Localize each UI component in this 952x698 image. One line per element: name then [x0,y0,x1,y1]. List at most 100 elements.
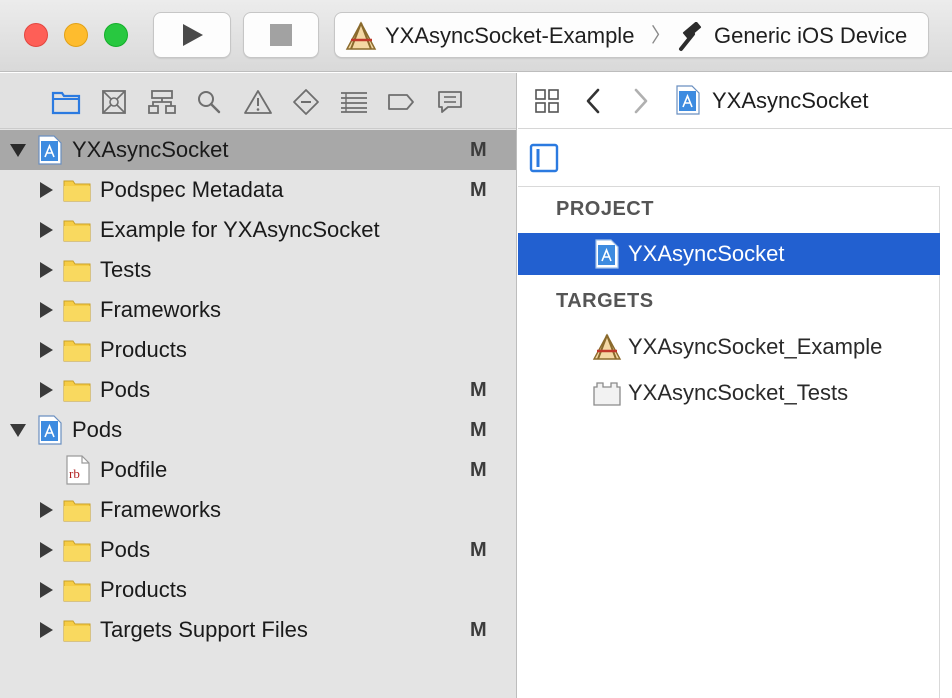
targets-section-header: TARGETS [556,290,654,312]
row-label: Targets Support Files [100,617,308,642]
disclosure-collapsed-icon[interactable] [37,581,55,599]
target-item-label: YXAsyncSocket_Example [628,334,883,359]
sidebar-toggle-icon[interactable] [529,143,559,173]
hierarchy-icon [148,90,176,114]
minimize-window-button[interactable] [64,23,88,47]
toolbar: YXAsyncSocket-Example 〉 Generic iOS Devi… [0,0,952,72]
tab-find[interactable] [194,87,224,117]
run-button[interactable] [153,12,231,58]
scheme-selector[interactable]: YXAsyncSocket-Example 〉 Generic iOS Devi… [334,12,929,58]
editor-header-bar [518,130,952,186]
project-section-header: PROJECT [556,198,654,220]
scm-status-badge: M [470,619,487,641]
scheme-name[interactable]: YXAsyncSocket-Example [385,13,634,59]
tab-breakpoints[interactable] [386,87,416,117]
play-icon [183,24,203,46]
row-label: Podfile [100,457,168,482]
tree-row-group[interactable]: Products [0,570,516,610]
tree-row-group[interactable]: Products [0,330,516,370]
diamond-minus-icon [293,89,319,115]
back-arrow-icon[interactable] [584,88,602,114]
tab-symbols[interactable] [147,87,177,117]
stop-button[interactable] [243,12,319,58]
tab-project-navigator[interactable] [51,87,81,117]
target-item-example[interactable]: YXAsyncSocket_Example [518,326,940,368]
tab-tests[interactable] [291,87,321,117]
scheme-separator: 〉 [651,25,671,47]
folder-icon [63,540,91,562]
jumpbar-breadcrumb[interactable]: YXAsyncSocket [712,73,869,129]
disclosure-collapsed-icon[interactable] [37,221,55,239]
hammer-icon [679,22,702,51]
xcode-window: YXAsyncSocket-Example 〉 Generic iOS Devi… [0,0,952,698]
scm-status-badge: M [470,379,487,401]
disclosure-collapsed-icon[interactable] [37,501,55,519]
speech-bubble-icon [438,91,462,113]
tree-row-group[interactable]: Example for YXAsyncSocket [0,210,516,250]
disclosure-collapsed-icon[interactable] [37,301,55,319]
disclosure-collapsed-icon[interactable] [37,181,55,199]
tree-row-group[interactable]: Pods M [0,370,516,410]
row-label: Pods [100,377,151,402]
close-window-button[interactable] [24,23,48,47]
tree-row-group[interactable]: Targets Support Files M [0,610,516,650]
related-items-icon[interactable] [534,88,560,114]
project-targets-list: PROJECT YXAsyncSocket TARGETS YXAsyncSoc… [518,186,940,698]
tree-row-group[interactable]: Frameworks [0,490,516,530]
folder-icon [63,620,91,642]
folder-icon [63,340,91,362]
scm-status-badge: M [470,539,487,561]
target-item-label: YXAsyncSocket_Tests [628,380,849,405]
row-label: Tests [100,257,152,282]
scm-status-badge: M [470,459,487,481]
run-destination[interactable]: Generic iOS Device [714,13,907,59]
folder-icon [63,380,91,402]
disclosure-collapsed-icon[interactable] [37,621,55,639]
row-label: Pods [100,537,151,562]
disclosure-collapsed-icon[interactable] [37,261,55,279]
tab-source-control[interactable] [99,87,129,117]
xcodeproj-icon [676,85,700,115]
tree-row-group[interactable]: Pods M [0,530,516,570]
disclosure-expanded-icon[interactable] [9,421,27,439]
disclosure-collapsed-icon[interactable] [37,341,55,359]
lines-icon [341,92,367,113]
folder-icon [63,180,91,202]
folder-icon [63,260,91,282]
jump-bar: YXAsyncSocket [518,73,952,129]
row-label: Pods [72,417,123,442]
disclosure-collapsed-icon[interactable] [37,541,55,559]
xcodeproj-icon [595,239,619,269]
tree-row-group[interactable]: Frameworks [0,290,516,330]
folder-icon [51,91,81,115]
tree-row-group[interactable]: Tests [0,250,516,290]
app-target-icon [592,333,622,360]
tab-debug[interactable] [339,87,369,117]
tree-row-file-podfile[interactable]: rb Podfile M [0,450,516,490]
folder-icon [63,580,91,602]
warning-icon [244,90,272,114]
zoom-window-button[interactable] [104,23,128,47]
scm-status-badge: M [470,139,487,161]
tab-reports[interactable] [435,87,465,117]
test-bundle-icon [593,382,621,406]
tree-row-project-pods[interactable]: Pods M [0,410,516,450]
tab-issues[interactable] [243,87,273,117]
forward-arrow-icon[interactable] [632,88,650,114]
folder-icon [63,500,91,522]
scm-status-badge: M [470,179,487,201]
ruby-file-label: rb [69,466,80,481]
xcodeproj-icon [38,135,62,165]
tree-row-group[interactable]: Podspec Metadata M [0,170,516,210]
disclosure-expanded-icon[interactable] [9,141,27,159]
project-item-label: YXAsyncSocket [628,241,785,266]
target-item-tests[interactable]: YXAsyncSocket_Tests [518,372,940,414]
source-control-icon [102,90,126,114]
disclosure-collapsed-icon[interactable] [37,381,55,399]
row-label: Products [100,577,187,602]
tree-row-project-yxasyncsocket[interactable]: YXAsyncSocket M [0,130,516,170]
editor-area: YXAsyncSocket PROJECT YXAsyncSocket TARG… [518,73,952,698]
project-item[interactable]: YXAsyncSocket [518,233,940,275]
folder-icon [63,300,91,322]
navigator-tab-bar [0,73,516,129]
